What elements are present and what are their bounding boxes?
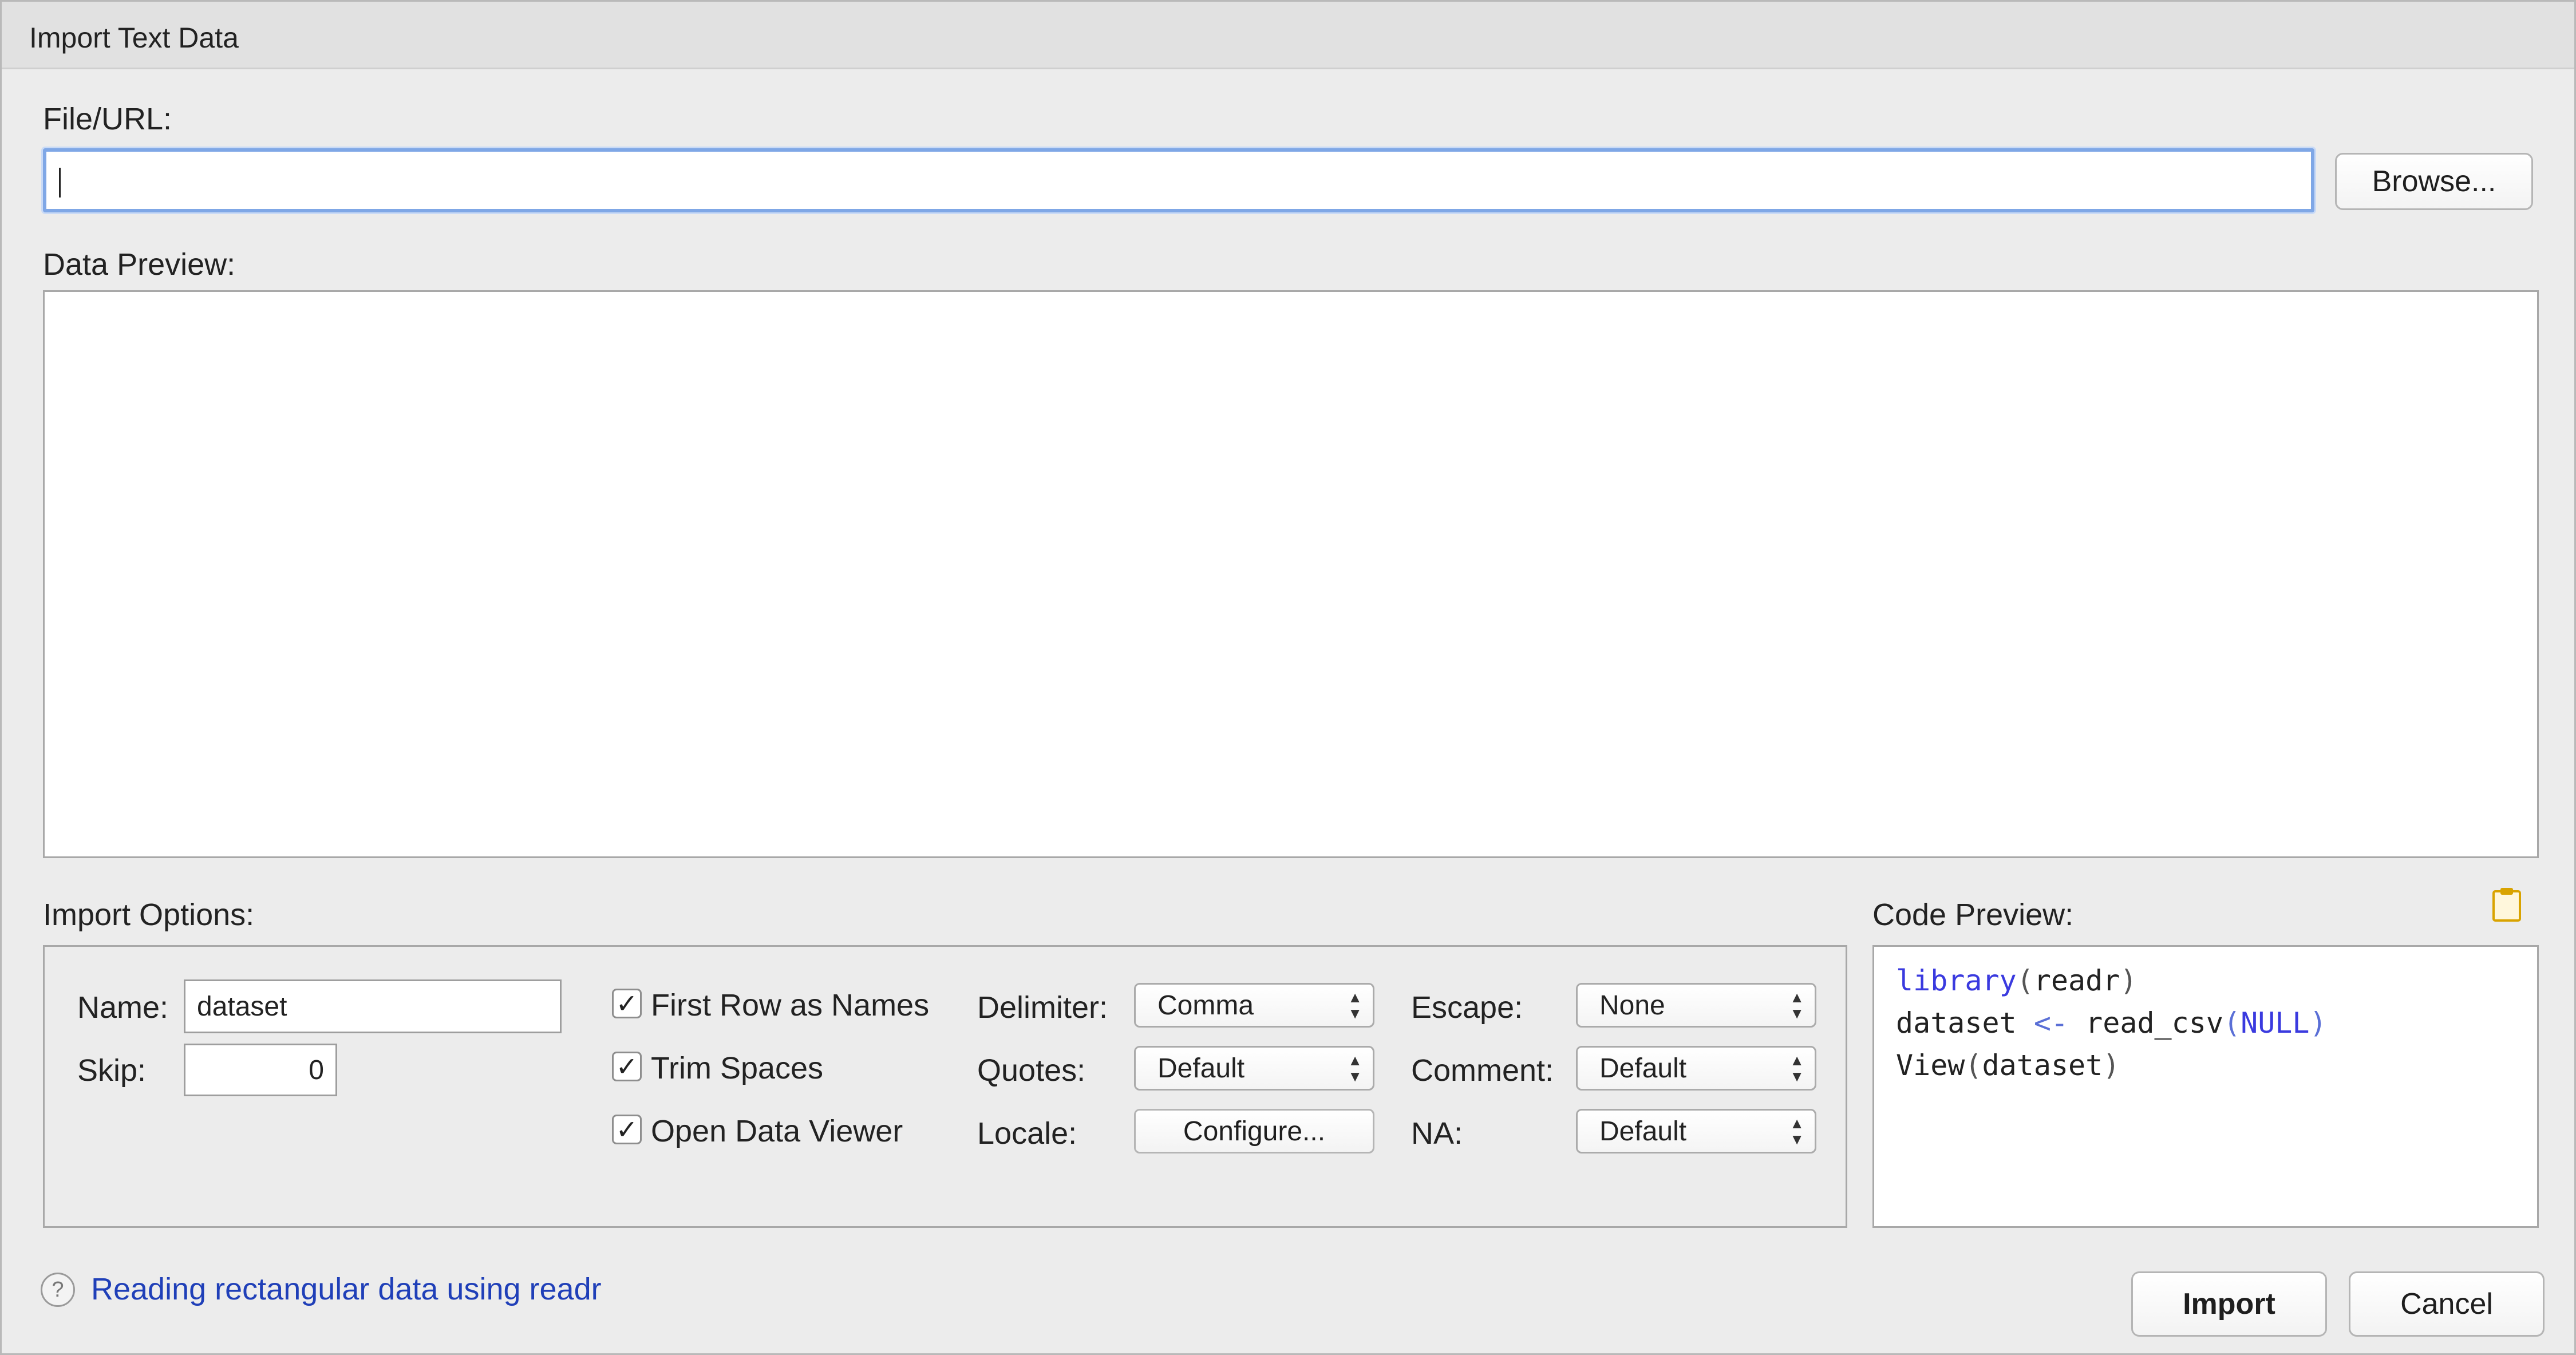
skip-input[interactable]: 0 [184, 1044, 337, 1096]
import-options-label: Import Options: [43, 898, 255, 932]
quotes-value: Default [1157, 1053, 1245, 1084]
trim-spaces-checkbox[interactable]: ✓ [612, 1052, 642, 1081]
delimiter-value: Comma [1157, 990, 1254, 1021]
select-arrows-icon: ▲ ▼ [1348, 1052, 1362, 1085]
file-url-label: File/URL: [43, 102, 172, 136]
comment-select[interactable]: Default ▲ ▼ [1576, 1046, 1816, 1091]
import-button[interactable]: Import [2131, 1271, 2327, 1337]
comment-label: Comment: [1411, 1053, 1554, 1088]
locale-configure-button[interactable]: Configure... [1134, 1109, 1374, 1153]
delimiter-select[interactable]: Comma ▲ ▼ [1134, 983, 1374, 1028]
help-icon[interactable]: ? [41, 1273, 75, 1307]
name-label: Name: [77, 990, 169, 1025]
trim-spaces-label: Trim Spaces [651, 1051, 824, 1085]
open-data-viewer-label: Open Data Viewer [651, 1114, 903, 1148]
comment-value: Default [1599, 1053, 1687, 1084]
data-preview-label: Data Preview: [43, 247, 236, 282]
code-line-3: View(dataset) [1896, 1049, 2120, 1082]
escape-select[interactable]: None ▲ ▼ [1576, 983, 1816, 1028]
text-caret [59, 168, 61, 197]
code-line-2: dataset <- read_csv(NULL) [1896, 1006, 2327, 1040]
dialog-title: Import Text Data [29, 22, 239, 54]
first-row-names-checkbox[interactable]: ✓ [612, 989, 642, 1018]
name-input[interactable]: dataset [184, 979, 562, 1033]
select-arrows-icon: ▲ ▼ [1348, 989, 1362, 1022]
select-arrows-icon: ▲ ▼ [1789, 1115, 1804, 1148]
locale-label: Locale: [977, 1116, 1077, 1151]
select-arrows-icon: ▲ ▼ [1789, 989, 1804, 1022]
code-line-1: library(readr) [1896, 964, 2138, 997]
quotes-label: Quotes: [977, 1053, 1086, 1088]
data-preview-panel [43, 290, 2539, 858]
na-label: NA: [1411, 1116, 1463, 1151]
select-arrows-icon: ▲ ▼ [1789, 1052, 1804, 1085]
open-data-viewer-checkbox[interactable]: ✓ [612, 1115, 642, 1144]
import-text-data-dialog: Import Text Data File/URL: Browse... Dat… [0, 0, 2576, 1355]
na-value: Default [1599, 1116, 1687, 1147]
na-select[interactable]: Default ▲ ▼ [1576, 1109, 1816, 1153]
readr-help-link[interactable]: Reading rectangular data using readr [91, 1271, 602, 1307]
clipboard-icon[interactable] [2492, 887, 2522, 922]
first-row-names-label: First Row as Names [651, 988, 930, 1022]
cancel-button[interactable]: Cancel [2349, 1271, 2545, 1337]
skip-label: Skip: [77, 1053, 147, 1088]
code-preview-panel[interactable]: library(readr) dataset <- read_csv(NULL)… [1872, 945, 2539, 1228]
file-url-input[interactable] [43, 148, 2314, 212]
title-bar[interactable]: Import Text Data [2, 2, 2574, 69]
browse-button[interactable]: Browse... [2335, 153, 2533, 210]
quotes-select[interactable]: Default ▲ ▼ [1134, 1046, 1374, 1091]
escape-label: Escape: [1411, 990, 1523, 1025]
code-preview-label: Code Preview: [1872, 898, 2074, 932]
delimiter-label: Delimiter: [977, 990, 1108, 1025]
escape-value: None [1599, 990, 1665, 1021]
